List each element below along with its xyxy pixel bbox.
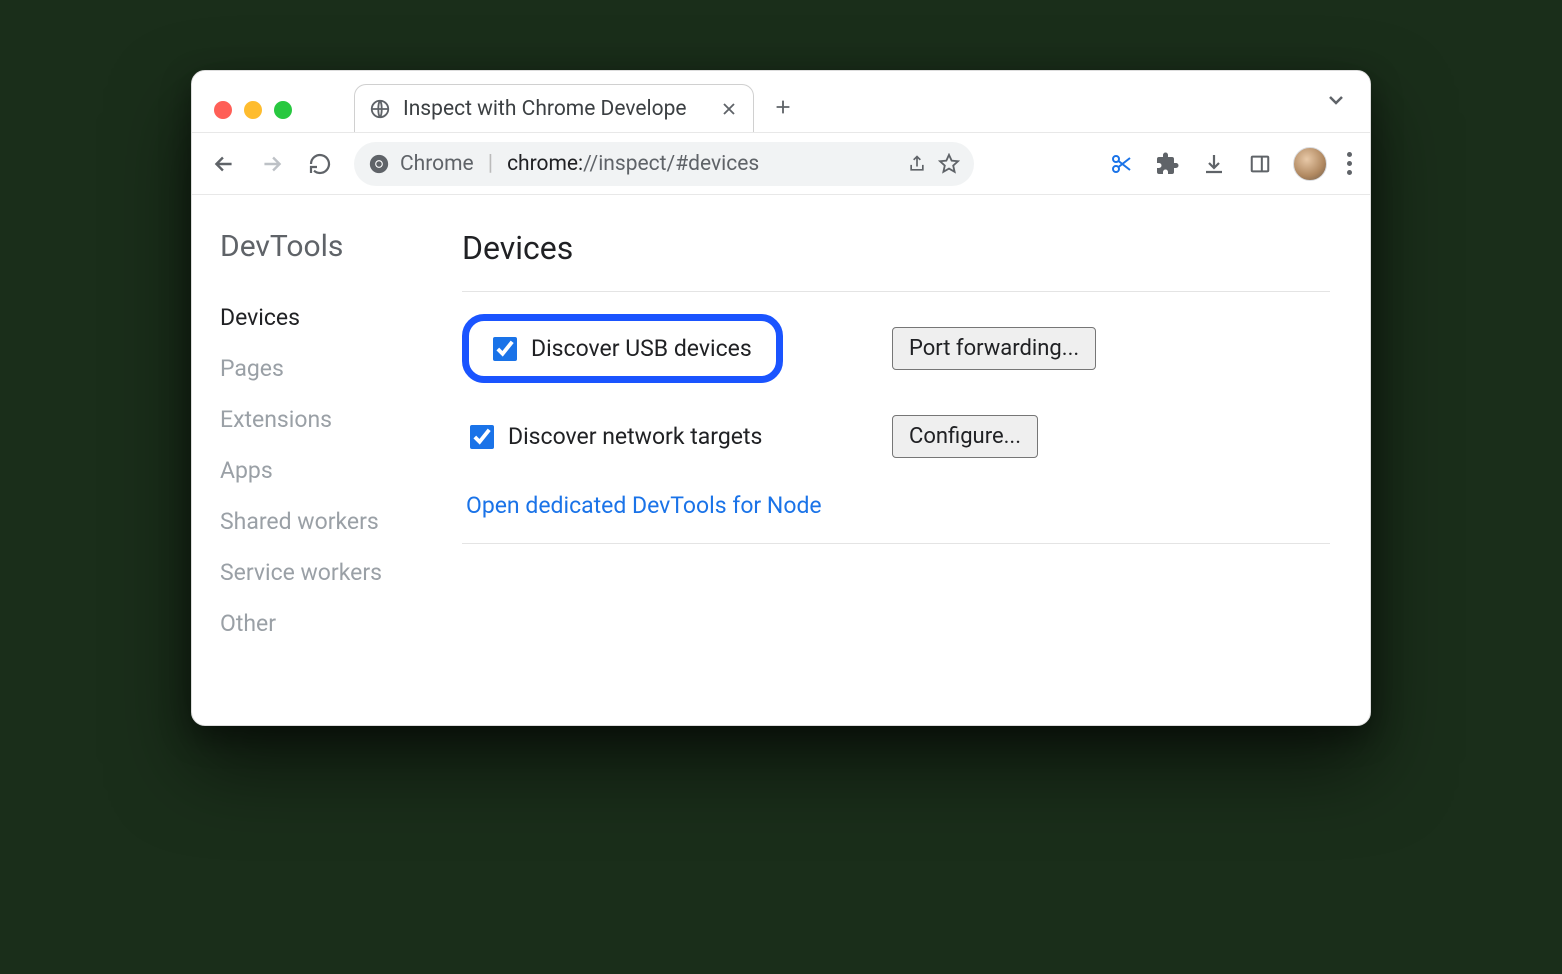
chrome-icon <box>368 153 390 175</box>
sidebar-item-service-workers[interactable]: Service workers <box>191 547 452 598</box>
sidebar-item-shared-workers[interactable]: Shared workers <box>191 496 452 547</box>
minimize-window-button[interactable] <box>244 101 262 119</box>
side-panel-icon[interactable] <box>1247 151 1273 177</box>
globe-icon <box>369 98 391 120</box>
share-icon[interactable] <box>906 153 928 175</box>
omnibox-separator: | <box>488 151 493 176</box>
omnibox-prefix: Chrome <box>400 152 474 176</box>
bookmark-icon[interactable] <box>938 153 960 175</box>
menu-icon[interactable] <box>1347 152 1352 175</box>
address-bar[interactable]: Chrome | chrome://inspect/#devices <box>354 142 974 186</box>
discover-network-label: Discover network targets <box>508 423 762 450</box>
page-content: DevTools Devices Pages Extensions Apps S… <box>192 195 1370 725</box>
node-link-row: Open dedicated DevTools for Node <box>462 474 1330 544</box>
highlight-annotation: Discover USB devices <box>462 314 783 383</box>
toolbar-right <box>1109 147 1352 181</box>
discover-network-checkbox[interactable] <box>470 425 494 449</box>
forward-button[interactable] <box>258 150 286 178</box>
back-button[interactable] <box>210 150 238 178</box>
reload-button[interactable] <box>306 150 334 178</box>
maximize-window-button[interactable] <box>274 101 292 119</box>
browser-tab[interactable]: Inspect with Chrome Develope <box>354 84 754 132</box>
close-tab-icon[interactable] <box>719 99 739 119</box>
sidebar: DevTools Devices Pages Extensions Apps S… <box>192 195 452 725</box>
sidebar-item-devices[interactable]: Devices <box>191 292 452 343</box>
sidebar-item-apps[interactable]: Apps <box>191 445 452 496</box>
sidebar-item-other[interactable]: Other <box>191 598 452 649</box>
tab-title: Inspect with Chrome Develope <box>403 97 707 121</box>
main-panel: Devices Discover USB devices Port forwar… <box>452 195 1370 725</box>
downloads-icon[interactable] <box>1201 151 1227 177</box>
omnibox-url: chrome://inspect/#devices <box>507 152 759 176</box>
close-window-button[interactable] <box>214 101 232 119</box>
titlebar: Inspect with Chrome Develope <box>192 71 1370 133</box>
profile-avatar[interactable] <box>1293 147 1327 181</box>
configure-button[interactable]: Configure... <box>892 415 1038 458</box>
port-forwarding-button[interactable]: Port forwarding... <box>892 327 1096 370</box>
open-node-devtools-link[interactable]: Open dedicated DevTools for Node <box>466 492 822 519</box>
extensions-icon[interactable] <box>1155 151 1181 177</box>
page-heading: Devices <box>462 229 1330 267</box>
tabs-dropdown-icon[interactable] <box>1324 88 1348 116</box>
traffic-lights <box>214 101 292 119</box>
browser-window: Inspect with Chrome Develope Chrome | <box>191 70 1371 726</box>
scissors-icon[interactable] <box>1109 151 1135 177</box>
toolbar: Chrome | chrome://inspect/#devices <box>192 133 1370 195</box>
discover-usb-label: Discover USB devices <box>531 335 752 362</box>
network-row: Discover network targets Configure... <box>462 399 1330 474</box>
sidebar-item-extensions[interactable]: Extensions <box>191 394 452 445</box>
discover-usb-checkbox[interactable] <box>493 337 517 361</box>
usb-row: Discover USB devices Port forwarding... <box>462 298 1330 399</box>
divider <box>462 291 1330 292</box>
sidebar-item-pages[interactable]: Pages <box>191 343 452 394</box>
new-tab-button[interactable] <box>768 92 798 122</box>
sidebar-title: DevTools <box>192 229 452 264</box>
